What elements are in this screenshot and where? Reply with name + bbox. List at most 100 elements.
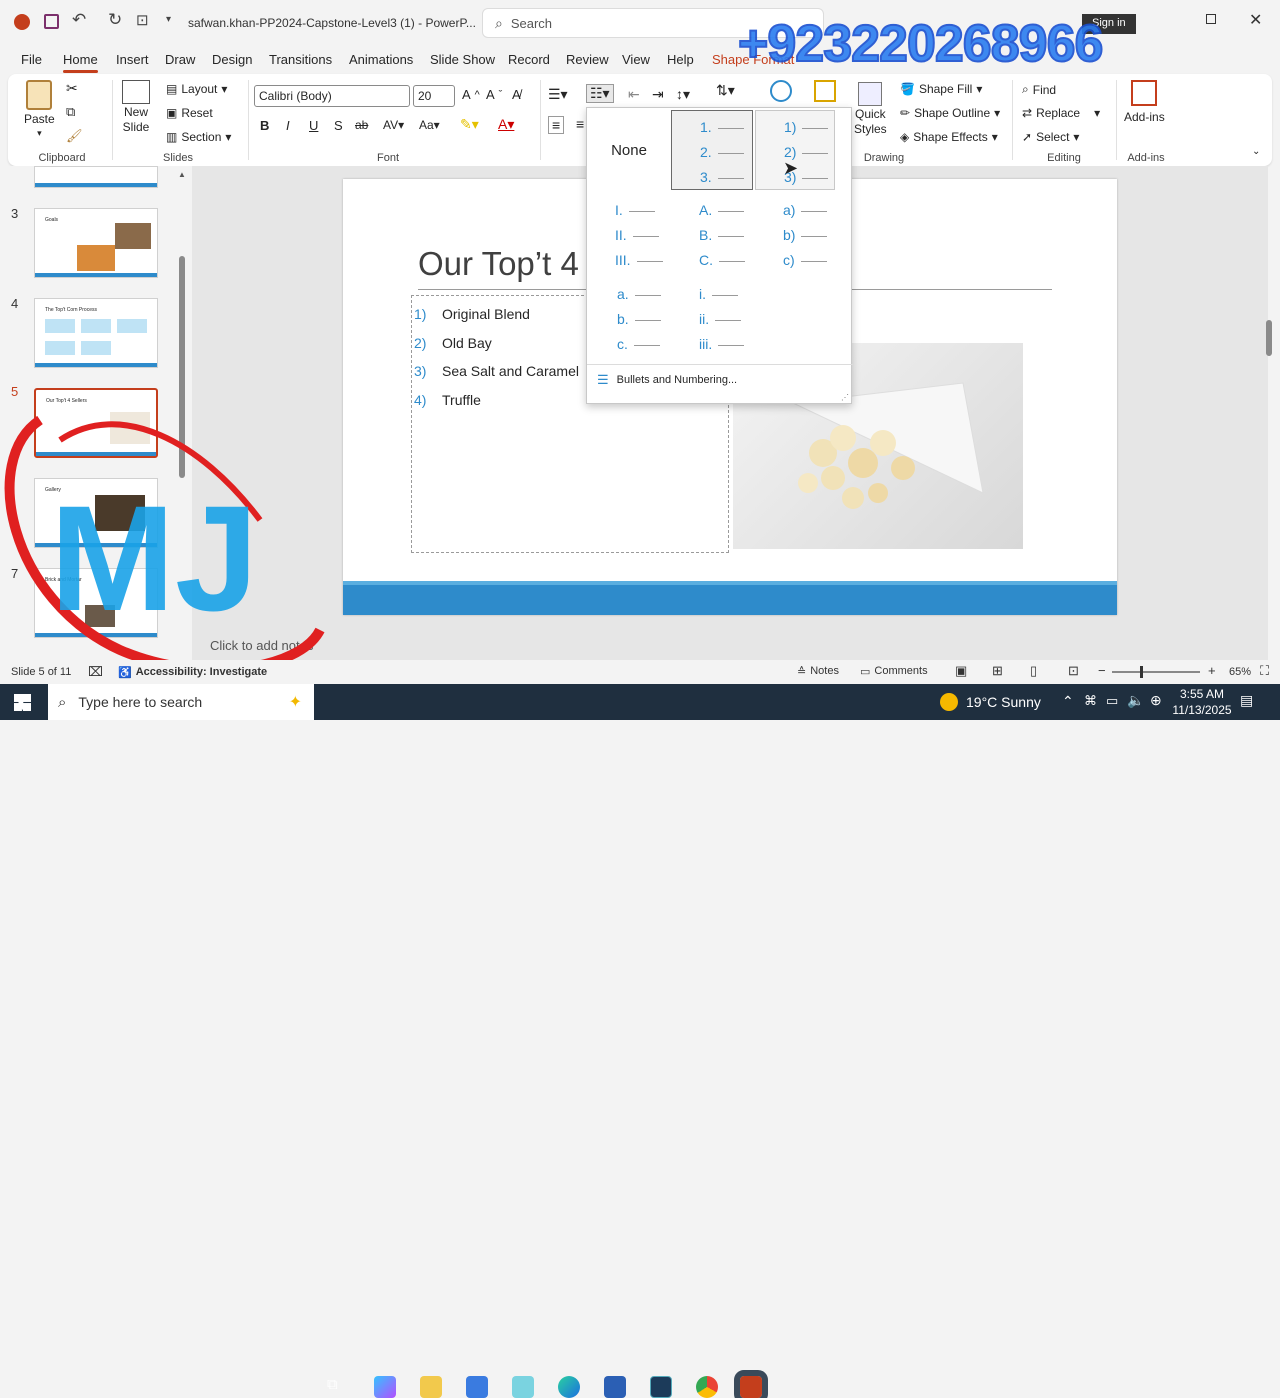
microsoft-store-icon[interactable] [466,1376,488,1398]
shape-fill-button[interactable]: 🪣 Shape Fill ▾ [900,82,982,96]
underline-icon[interactable]: U [309,118,318,133]
replace-button[interactable]: ⇄ Replace ▾ [1022,106,1100,120]
reset-button[interactable]: ▣ Reset [166,106,213,120]
normal-view-icon[interactable]: ▣ [955,663,967,679]
tab-home[interactable]: Home [63,52,98,73]
section-button[interactable]: ▥ Section ▾ [166,130,231,144]
notifications-icon[interactable]: ▤ [1240,692,1253,709]
font-name-select[interactable]: Calibri (Body) [254,85,410,107]
numbering-none-option[interactable]: None [587,108,671,192]
format-painter-icon[interactable]: 🖌 [66,128,83,144]
decrease-font-icon[interactable]: Aˇ [486,87,502,102]
customize-qat-icon[interactable]: ▾ [166,14,171,25]
close-window-icon[interactable]: ✕ [1249,10,1262,30]
battery-icon[interactable]: ▭ [1106,693,1118,709]
clock[interactable]: 3:55 AM 11/13/2025 [1172,686,1232,718]
tab-animations[interactable]: Animations [349,52,413,67]
windows-start-icon[interactable] [14,694,31,711]
redo-icon[interactable]: ↻ [108,10,122,30]
tab-review[interactable]: Review [566,52,609,67]
numbering-option-roman-upper[interactable]: I. II. III. [587,194,671,276]
tab-slide-show[interactable]: Slide Show [430,52,495,67]
accessibility-button[interactable]: ♿ Accessibility: Investigate [118,666,267,679]
numbering-option-alpha-lower-paren[interactable]: a) b) c) [755,194,839,276]
tab-insert[interactable]: Insert [116,52,149,67]
slide-title[interactable]: Our Top’t 4 [418,245,579,283]
tab-view[interactable]: View [622,52,650,67]
layout-button[interactable]: ▤ Layout ▾ [166,82,227,96]
powerpoint-taskbar-icon[interactable] [734,1370,768,1398]
tab-record[interactable]: Record [508,52,550,67]
slideshow-icon[interactable]: ⊡ [1068,663,1079,679]
character-spacing-icon[interactable]: AV▾ [383,118,404,132]
decrease-indent-icon[interactable]: ⇤ [628,86,640,103]
shadow-icon[interactable]: S [334,118,343,133]
numbering-option-arabic-period[interactable]: 1. 2. 3. [671,110,753,190]
copilot-icon[interactable] [374,1376,396,1398]
edge-browser-icon[interactable] [558,1376,580,1398]
paste-button[interactable]: Paste ▾ [24,80,55,139]
zoom-in-icon[interactable]: + [1208,663,1216,678]
chrome-icon[interactable] [696,1376,718,1398]
app-icon[interactable] [512,1376,534,1398]
increase-font-icon[interactable]: A ^ [462,87,480,102]
shape-outline-button[interactable]: ✏ Shape Outline ▾ [900,106,1000,120]
tab-transitions[interactable]: Transitions [269,52,332,67]
align-left-icon[interactable]: ≡ [548,116,565,134]
select-button[interactable]: ➚ Select ▾ [1022,130,1079,144]
language-globe-icon[interactable]: ⊕ [1150,692,1162,709]
numbering-option-roman-lower[interactable]: i. ii. iii. [671,278,755,360]
show-hidden-icons[interactable]: ⌃ [1062,693,1074,710]
canvas-scrollbar[interactable] [1266,320,1272,356]
weather-widget[interactable]: 19°C Sunny [940,693,1041,711]
snipping-tool-icon[interactable] [650,1376,672,1398]
cut-icon[interactable]: ✂ [66,80,78,97]
new-slide-button[interactable]: New Slide [122,80,150,134]
tab-file[interactable]: File [21,52,42,67]
tab-draw[interactable]: Draw [165,52,195,67]
clear-formatting-icon[interactable]: A̸ [512,87,521,102]
network-icon[interactable]: ⌘ [1084,693,1097,709]
task-view-icon[interactable]: ⧉ [327,1376,349,1398]
shape-effects-button[interactable]: ◈ Shape Effects ▾ [900,130,998,144]
save-icon[interactable] [44,14,59,29]
bullets-icon[interactable]: ☰▾ [548,86,568,103]
slide-sorter-icon[interactable]: ⊞ [992,663,1003,679]
present-icon[interactable]: ⊡ [136,11,149,29]
arrange-icon[interactable] [814,80,836,102]
zoom-slider[interactable] [1112,671,1200,673]
numbering-option-alpha-lower-period[interactable]: a. b. c. [587,278,671,360]
notes-button[interactable]: ≙ Notes [797,665,839,678]
font-size-select[interactable]: 20 [413,85,455,107]
change-case-icon[interactable]: Aa▾ [419,118,440,132]
numbering-icon[interactable]: ☷▾ [586,84,614,103]
increase-indent-icon[interactable]: ⇥ [652,86,664,103]
collapse-ribbon-icon[interactable]: ⌄ [1252,146,1260,157]
taskbar-search-box[interactable]: ⌕ Type here to search ✦ [48,684,314,720]
font-color-icon[interactable]: A▾ [498,116,514,133]
shapes-icon[interactable] [770,80,792,102]
zoom-level[interactable]: 65% [1229,666,1251,678]
slide-thumbnail-3[interactable]: Goals [34,208,158,278]
slide-thumbnail-2[interactable] [34,166,158,188]
restore-window-icon[interactable] [1206,14,1216,24]
resize-grip-icon[interactable]: ⋰ [841,393,849,402]
zoom-slider-thumb[interactable] [1140,666,1143,678]
zoom-out-icon[interactable]: − [1098,663,1106,678]
quick-styles-button[interactable]: Quick Styles [854,82,887,136]
strikethrough-icon[interactable]: ab [355,118,368,132]
text-direction-icon[interactable]: ⇅▾ [716,82,735,99]
undo-icon[interactable]: ↶ [72,10,86,30]
volume-icon[interactable]: 🔈 [1127,692,1144,709]
bullets-and-numbering-menu-item[interactable]: ☰ Bullets and Numbering... [597,372,737,388]
italic-icon[interactable]: I [286,118,290,133]
highlight-icon[interactable]: ✎▾ [460,116,479,133]
copy-icon[interactable]: ⧉ [66,104,75,120]
comments-button[interactable]: ▭ Comments [860,665,928,678]
tab-design[interactable]: Design [212,52,252,67]
slide-thumbnail-4[interactable]: The Top't Corn Process [34,298,158,368]
addins-button[interactable]: Add-ins [1124,80,1165,124]
align-center-icon[interactable]: ≡ [576,116,584,132]
tab-help[interactable]: Help [667,52,694,67]
file-explorer-icon[interactable] [420,1376,442,1398]
